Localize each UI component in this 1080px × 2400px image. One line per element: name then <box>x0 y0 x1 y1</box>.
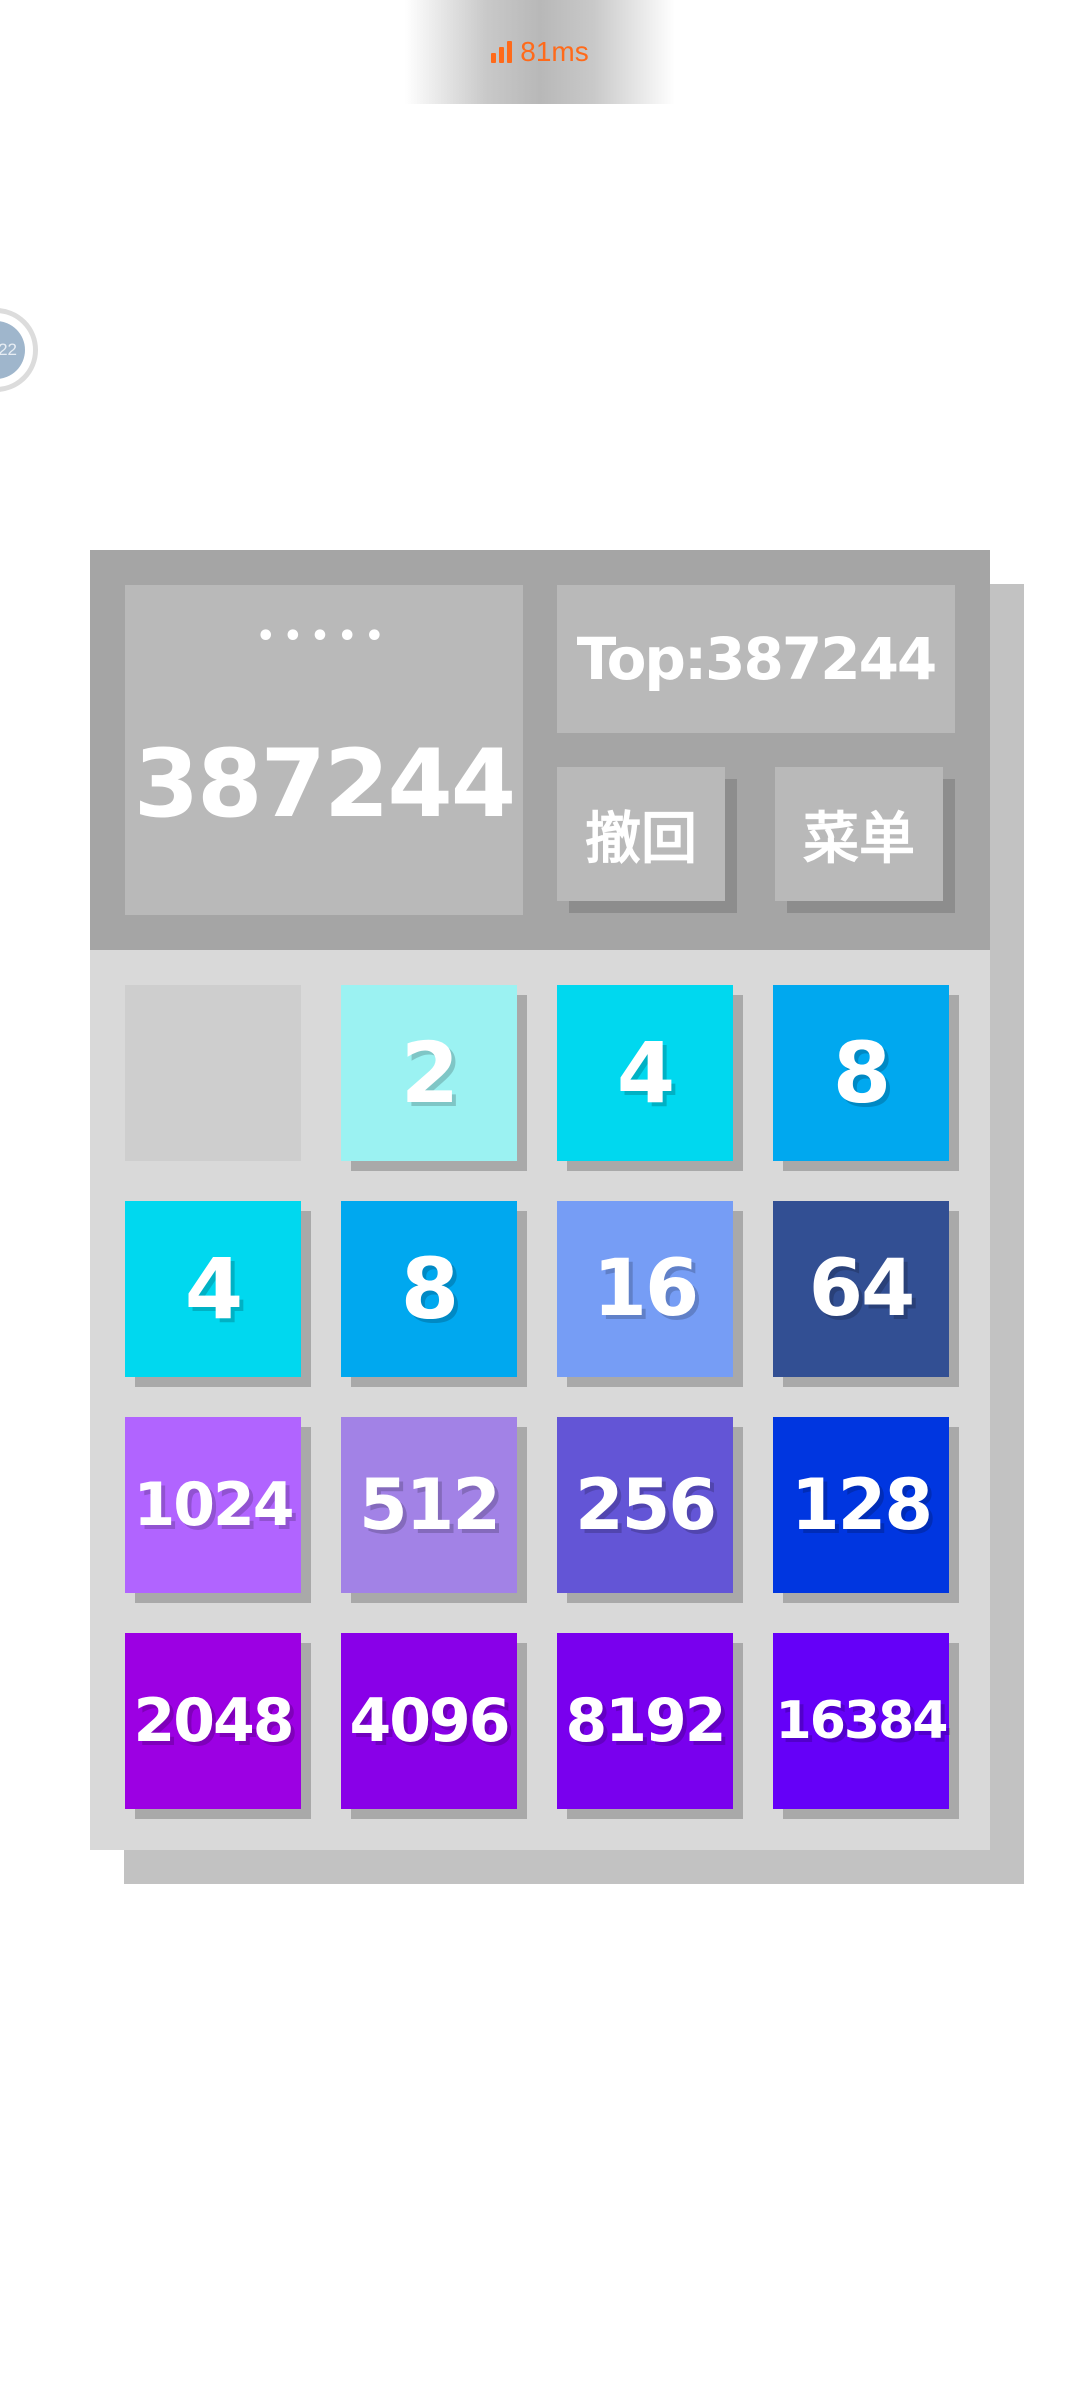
game-header: ••••• 387244 Top:387244 撤回 菜单 <box>90 550 990 950</box>
menu-button[interactable]: 菜单 <box>775 767 943 901</box>
empty-cell <box>125 985 301 1161</box>
floating-bubble-label: 22 <box>0 321 25 379</box>
latency-text: 81ms <box>520 36 589 67</box>
tile-8: 8 <box>773 985 949 1161</box>
tile-16384: 16384 <box>773 1633 949 1809</box>
tile-512: 512 <box>341 1417 517 1593</box>
current-score: 387244 <box>133 730 516 839</box>
tile-64: 64 <box>773 1201 949 1377</box>
score-panel: ••••• 387244 <box>125 585 523 915</box>
game-grid[interactable]: 2 4 8 4 8 16 64 1024 512 256 128 2048 4096 8192 16384 <box>90 950 990 1850</box>
tile-256: 256 <box>557 1417 733 1593</box>
score-dots: ••••• <box>256 619 392 654</box>
signal-icon <box>491 41 513 63</box>
tile-4: 4 <box>557 985 733 1161</box>
tile-4096: 4096 <box>341 1633 517 1809</box>
tile-8: 8 <box>341 1201 517 1377</box>
tile-4: 4 <box>125 1201 301 1377</box>
tile-2: 2 <box>341 985 517 1161</box>
undo-button[interactable]: 撤回 <box>557 767 725 901</box>
floating-assistant-bubble[interactable]: 22 <box>0 308 38 392</box>
tile-128: 128 <box>773 1417 949 1593</box>
latency-indicator: 81ms <box>405 0 675 104</box>
tile-8192: 8192 <box>557 1633 733 1809</box>
tile-2048: 2048 <box>125 1633 301 1809</box>
tile-1024: 1024 <box>125 1417 301 1593</box>
best-score: Top:387244 <box>557 585 955 733</box>
tile-16: 16 <box>557 1201 733 1377</box>
